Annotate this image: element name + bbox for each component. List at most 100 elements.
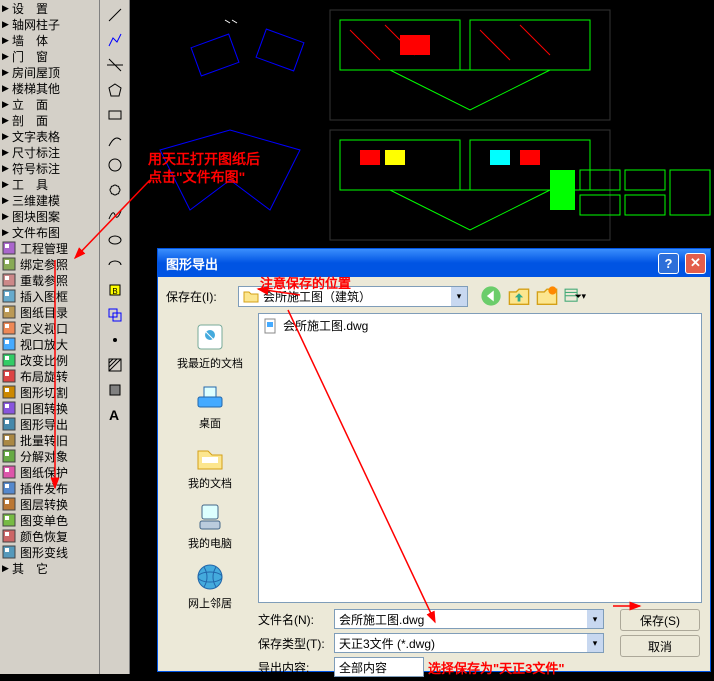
tree-item-14[interactable]: ▶文件布图 xyxy=(0,224,99,240)
expand-arrow-icon: ▶ xyxy=(2,195,12,206)
vertical-toolbar: B A xyxy=(100,0,130,674)
place-icon xyxy=(194,321,226,353)
xline-tool[interactable] xyxy=(103,53,127,77)
tree-item-9[interactable]: ▶尺寸标注 xyxy=(0,144,99,160)
tool-icon xyxy=(2,545,18,559)
expand-arrow-icon: ▶ xyxy=(2,3,12,14)
insert-block-tool[interactable]: B xyxy=(103,278,127,302)
tree-item-0[interactable]: ▶设 置 xyxy=(0,0,99,16)
filename-label: 文件名(N): xyxy=(258,611,334,628)
tree-item-29[interactable]: 图纸保护 xyxy=(0,464,99,480)
places-bar: 我最近的文档桌面我的文档我的电脑网上邻居 xyxy=(166,313,254,603)
tree-item-4[interactable]: ▶房间屋顶 xyxy=(0,64,99,80)
tree-item-19[interactable]: 图纸目录 xyxy=(0,304,99,320)
expand-arrow-icon: ▶ xyxy=(2,163,12,174)
point-tool[interactable] xyxy=(103,328,127,352)
view-menu-button[interactable]: ▾ xyxy=(564,285,586,307)
tree-item-28[interactable]: 分解对象 xyxy=(0,448,99,464)
dropdown-arrow-icon[interactable]: ▾ xyxy=(587,634,603,652)
place-item-1[interactable]: 桌面 xyxy=(168,377,252,435)
rect-tool[interactable] xyxy=(103,103,127,127)
mtext-tool[interactable]: A xyxy=(103,403,127,427)
tree-item-24[interactable]: 图形切割 xyxy=(0,384,99,400)
revcloud-tool[interactable] xyxy=(103,178,127,202)
make-block-tool[interactable] xyxy=(103,303,127,327)
tree-item-8[interactable]: ▶文字表格 xyxy=(0,128,99,144)
annotation-open-file: 用天正打开图纸后 点击"文件布图" xyxy=(148,150,260,186)
tree-item-16[interactable]: 绑定参照 xyxy=(0,256,99,272)
dropdown-arrow-icon[interactable]: ▾ xyxy=(587,610,603,628)
tree-item-2[interactable]: ▶墙 体 xyxy=(0,32,99,48)
line-tool[interactable] xyxy=(103,3,127,27)
file-name: 会所施工图.dwg xyxy=(283,317,368,334)
file-list[interactable]: 会所施工图.dwg xyxy=(258,313,702,603)
arc-tool[interactable] xyxy=(103,128,127,152)
tree-item-31[interactable]: 图层转换 xyxy=(0,496,99,512)
tool-icon xyxy=(2,337,18,351)
polyline-tool[interactable] xyxy=(103,28,127,52)
tree-item-11[interactable]: ▶工 具 xyxy=(0,176,99,192)
tree-item-22[interactable]: 改变比例 xyxy=(0,352,99,368)
tree-item-1[interactable]: ▶轴网柱子 xyxy=(0,16,99,32)
up-folder-button[interactable] xyxy=(508,285,530,307)
export-dialog: 图形导出 ? ✕ 保存在(I): 会所施工图（建筑） ▾ ▾ 我最近的文档桌面我… xyxy=(157,248,711,672)
tool-icon xyxy=(2,529,18,543)
save-button[interactable]: 保存(S) xyxy=(620,609,700,631)
tree-item-35[interactable]: ▶其 它 xyxy=(0,560,99,576)
place-item-2[interactable]: 我的文档 xyxy=(168,437,252,495)
region-tool[interactable] xyxy=(103,378,127,402)
export-combo[interactable]: 全部内容 xyxy=(334,657,424,677)
hatch-tool[interactable] xyxy=(103,353,127,377)
tree-item-30[interactable]: 插件发布 xyxy=(0,480,99,496)
expand-arrow-icon: ▶ xyxy=(2,147,12,158)
tree-item-12[interactable]: ▶三维建模 xyxy=(0,192,99,208)
place-icon xyxy=(194,381,226,413)
cancel-button[interactable]: 取消 xyxy=(620,635,700,657)
spline-tool[interactable] xyxy=(103,203,127,227)
tool-icon xyxy=(2,481,18,495)
savetype-combo[interactable]: 天正3文件 (*.dwg) ▾ xyxy=(334,633,604,653)
place-item-4[interactable]: 网上邻居 xyxy=(168,557,252,615)
expand-arrow-icon: ▶ xyxy=(2,227,12,238)
ellipse-tool[interactable] xyxy=(103,228,127,252)
tree-item-32[interactable]: 图变单色 xyxy=(0,512,99,528)
file-item[interactable]: 会所施工图.dwg xyxy=(259,314,701,337)
svg-text:B: B xyxy=(112,287,117,296)
tree-item-13[interactable]: ▶图块图案 xyxy=(0,208,99,224)
tree-item-25[interactable]: 旧图转换 xyxy=(0,400,99,416)
tool-icon xyxy=(2,385,18,399)
place-item-0[interactable]: 我最近的文档 xyxy=(168,317,252,375)
place-icon xyxy=(194,561,226,593)
tree-item-23[interactable]: 布局旋转 xyxy=(0,368,99,384)
tree-item-33[interactable]: 颜色恢复 xyxy=(0,528,99,544)
tree-item-3[interactable]: ▶门 窗 xyxy=(0,48,99,64)
tree-item-20[interactable]: 定义视口 xyxy=(0,320,99,336)
tree-item-5[interactable]: ▶楼梯其他 xyxy=(0,80,99,96)
expand-arrow-icon: ▶ xyxy=(2,563,12,574)
circle-tool[interactable] xyxy=(103,153,127,177)
tree-item-6[interactable]: ▶立 面 xyxy=(0,96,99,112)
polygon-tool[interactable] xyxy=(103,78,127,102)
help-button[interactable]: ? xyxy=(658,253,679,274)
tool-icon xyxy=(2,353,18,367)
tree-item-18[interactable]: 插入图框 xyxy=(0,288,99,304)
tree-item-10[interactable]: ▶符号标注 xyxy=(0,160,99,176)
tree-item-21[interactable]: 视口放大 xyxy=(0,336,99,352)
tree-item-34[interactable]: 图形变线 xyxy=(0,544,99,560)
folder-icon xyxy=(243,289,259,303)
dropdown-arrow-icon[interactable]: ▾ xyxy=(451,287,467,306)
tree-item-7[interactable]: ▶剖 面 xyxy=(0,112,99,128)
tree-item-27[interactable]: 批量转旧 xyxy=(0,432,99,448)
close-button[interactable]: ✕ xyxy=(685,253,706,274)
place-item-3[interactable]: 我的电脑 xyxy=(168,497,252,555)
tree-item-17[interactable]: 重载参照 xyxy=(0,272,99,288)
dialog-titlebar[interactable]: 图形导出 ? ✕ xyxy=(158,249,710,277)
tool-icon xyxy=(2,513,18,527)
dwg-file-icon xyxy=(263,318,279,334)
tree-item-15[interactable]: 工程管理 xyxy=(0,240,99,256)
tree-item-26[interactable]: 图形导出 xyxy=(0,416,99,432)
new-folder-button[interactable] xyxy=(536,285,558,307)
back-button[interactable] xyxy=(480,285,502,307)
ellipse-arc-tool[interactable] xyxy=(103,253,127,277)
filename-input[interactable]: 会所施工图.dwg ▾ xyxy=(334,609,604,629)
